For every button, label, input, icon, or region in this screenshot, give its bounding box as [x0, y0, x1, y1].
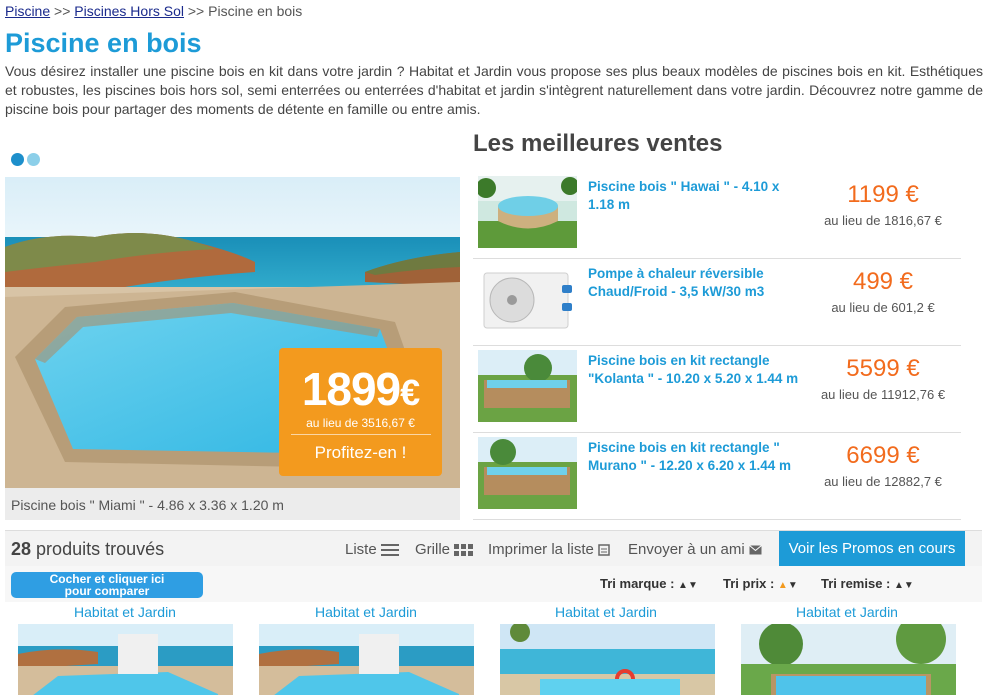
product-brand-link[interactable]: Habitat et Jardin — [486, 604, 726, 620]
product-thumbnail[interactable] — [500, 624, 715, 695]
sort-brand-label: Tri marque : — [600, 576, 675, 591]
breadcrumb-current: Piscine en bois — [208, 3, 303, 19]
print-icon — [598, 543, 610, 556]
results-count-number: 28 — [11, 539, 32, 559]
breadcrumb-link-hors-sol[interactable]: Piscines Hors Sol — [74, 3, 184, 19]
carousel-dot-2[interactable] — [27, 153, 40, 166]
sort-by-discount: Tri remise : ▲▼ — [821, 576, 914, 591]
list-view-label: Liste — [345, 541, 377, 558]
hero-price: 1899€ — [279, 362, 442, 416]
hero-was-price: au lieu de 3516,67 € — [306, 416, 415, 430]
product-thumbnail[interactable] — [18, 624, 233, 695]
product-brand-link[interactable]: Habitat et Jardin — [5, 604, 245, 620]
best-seller-item[interactable]: Pompe à chaleur réversible Chaud/Froid -… — [473, 260, 961, 346]
product-card[interactable]: Habitat et Jardin — [246, 604, 486, 695]
best-seller-price: 1199 € — [847, 181, 919, 208]
results-toolbar: 28 produits trouvés Liste Grille Imprime… — [5, 530, 982, 567]
list-icon — [380, 543, 399, 556]
results-count-label: produits trouvés — [36, 539, 165, 559]
best-seller-name[interactable]: Piscine bois " Hawai " - 4.10 x 1.18 m — [588, 178, 803, 214]
best-seller-price: 499 € — [852, 268, 914, 295]
grid-icon — [454, 543, 474, 556]
page-title: Piscine en bois — [5, 28, 202, 58]
best-seller-name[interactable]: Piscine bois en kit rectangle " Murano "… — [588, 439, 803, 475]
sort-down-icon[interactable]: ▼ — [688, 580, 698, 591]
best-seller-price: 6699 € — [846, 442, 920, 469]
hero-cta-button[interactable]: Profitez-en ! — [279, 443, 442, 463]
product-card[interactable]: Habitat et Jardin — [727, 604, 967, 695]
best-seller-was-price: au lieu de 601,2 € — [831, 300, 935, 315]
grid-view-button[interactable]: Grille — [415, 541, 474, 558]
product-thumbnail[interactable] — [741, 624, 956, 695]
compare-button[interactable]: Cocher et cliquer ici pour comparer — [11, 572, 203, 598]
sort-up-icon[interactable]: ▲ — [778, 580, 788, 591]
best-sellers-title: Les meilleures ventes — [473, 130, 723, 157]
product-thumbnail[interactable] — [478, 437, 577, 509]
product-thumbnail[interactable] — [478, 263, 577, 335]
sort-toolbar: Cocher et cliquer ici pour comparer Tri … — [5, 566, 982, 602]
best-seller-name[interactable]: Piscine bois en kit rectangle "Kolanta "… — [588, 352, 803, 388]
best-seller-was-price: au lieu de 11912,76 € — [820, 387, 946, 402]
carousel-dot-1[interactable] — [11, 153, 24, 166]
sort-up-icon[interactable]: ▲ — [678, 580, 688, 591]
current-promos-button[interactable]: Voir les Promos en cours — [779, 531, 965, 567]
best-seller-name[interactable]: Pompe à chaleur réversible Chaud/Froid -… — [588, 265, 803, 301]
print-list-label: Imprimer la liste — [488, 541, 594, 558]
breadcrumb: Piscine >> Piscines Hors Sol >> Piscine … — [5, 3, 302, 19]
best-seller-was-price: au lieu de 1816,67 € — [824, 213, 942, 228]
grid-view-label: Grille — [415, 541, 451, 558]
hero-promo-box[interactable]: 1899€ au lieu de 3516,67 € Profitez-en ! — [279, 348, 442, 476]
print-list-button[interactable]: Imprimer la liste — [488, 541, 610, 558]
best-seller-item[interactable]: Piscine bois en kit rectangle " Murano "… — [473, 434, 961, 520]
sort-discount-label: Tri remise : — [821, 576, 891, 591]
compare-button-line2: pour comparer — [64, 584, 150, 598]
breadcrumb-separator: >> — [187, 3, 205, 19]
sort-down-icon[interactable]: ▼ — [904, 580, 914, 591]
mail-icon — [748, 544, 762, 554]
product-thumbnail[interactable] — [259, 624, 474, 695]
product-card[interactable]: Habitat et Jardin — [5, 604, 245, 695]
sort-by-price: Tri prix : ▲▼ — [723, 576, 798, 591]
send-to-friend-label: Envoyer à un ami — [628, 541, 745, 558]
send-to-friend-button[interactable]: Envoyer à un ami — [628, 541, 762, 558]
hero-price-currency: € — [400, 372, 420, 413]
breadcrumb-link-piscine[interactable]: Piscine — [5, 3, 50, 19]
breadcrumb-separator: >> — [54, 3, 71, 19]
intro-text: Vous désirez installer une piscine bois … — [5, 63, 983, 117]
product-brand-link[interactable]: Habitat et Jardin — [727, 604, 967, 620]
results-count: 28 produits trouvés — [11, 539, 164, 560]
product-thumbnail[interactable] — [478, 176, 577, 248]
best-seller-was-price: au lieu de 12882,7 € — [824, 474, 942, 489]
product-grid: Habitat et Jardin Habitat et Jardin Habi… — [5, 604, 982, 695]
carousel-dots — [11, 153, 40, 166]
sort-up-icon[interactable]: ▲ — [894, 580, 904, 591]
sort-price-label: Tri prix : — [723, 576, 775, 591]
best-seller-price: 5599 € — [846, 355, 920, 382]
product-brand-link[interactable]: Habitat et Jardin — [246, 604, 486, 620]
product-thumbnail[interactable] — [478, 350, 577, 422]
best-seller-item[interactable]: Piscine bois " Hawai " - 4.10 x 1.18 m 1… — [473, 173, 961, 259]
sort-down-icon[interactable]: ▼ — [788, 580, 798, 591]
hero-price-value: 1899 — [301, 363, 401, 415]
list-view-button[interactable]: Liste — [345, 541, 399, 558]
divider — [290, 434, 431, 435]
sort-by-brand: Tri marque : ▲▼ — [600, 576, 698, 591]
best-seller-item[interactable]: Piscine bois en kit rectangle "Kolanta "… — [473, 347, 961, 433]
hero-caption[interactable]: Piscine bois " Miami " - 4.86 x 3.36 x 1… — [5, 488, 460, 520]
product-card[interactable]: Habitat et Jardin — [486, 604, 726, 695]
